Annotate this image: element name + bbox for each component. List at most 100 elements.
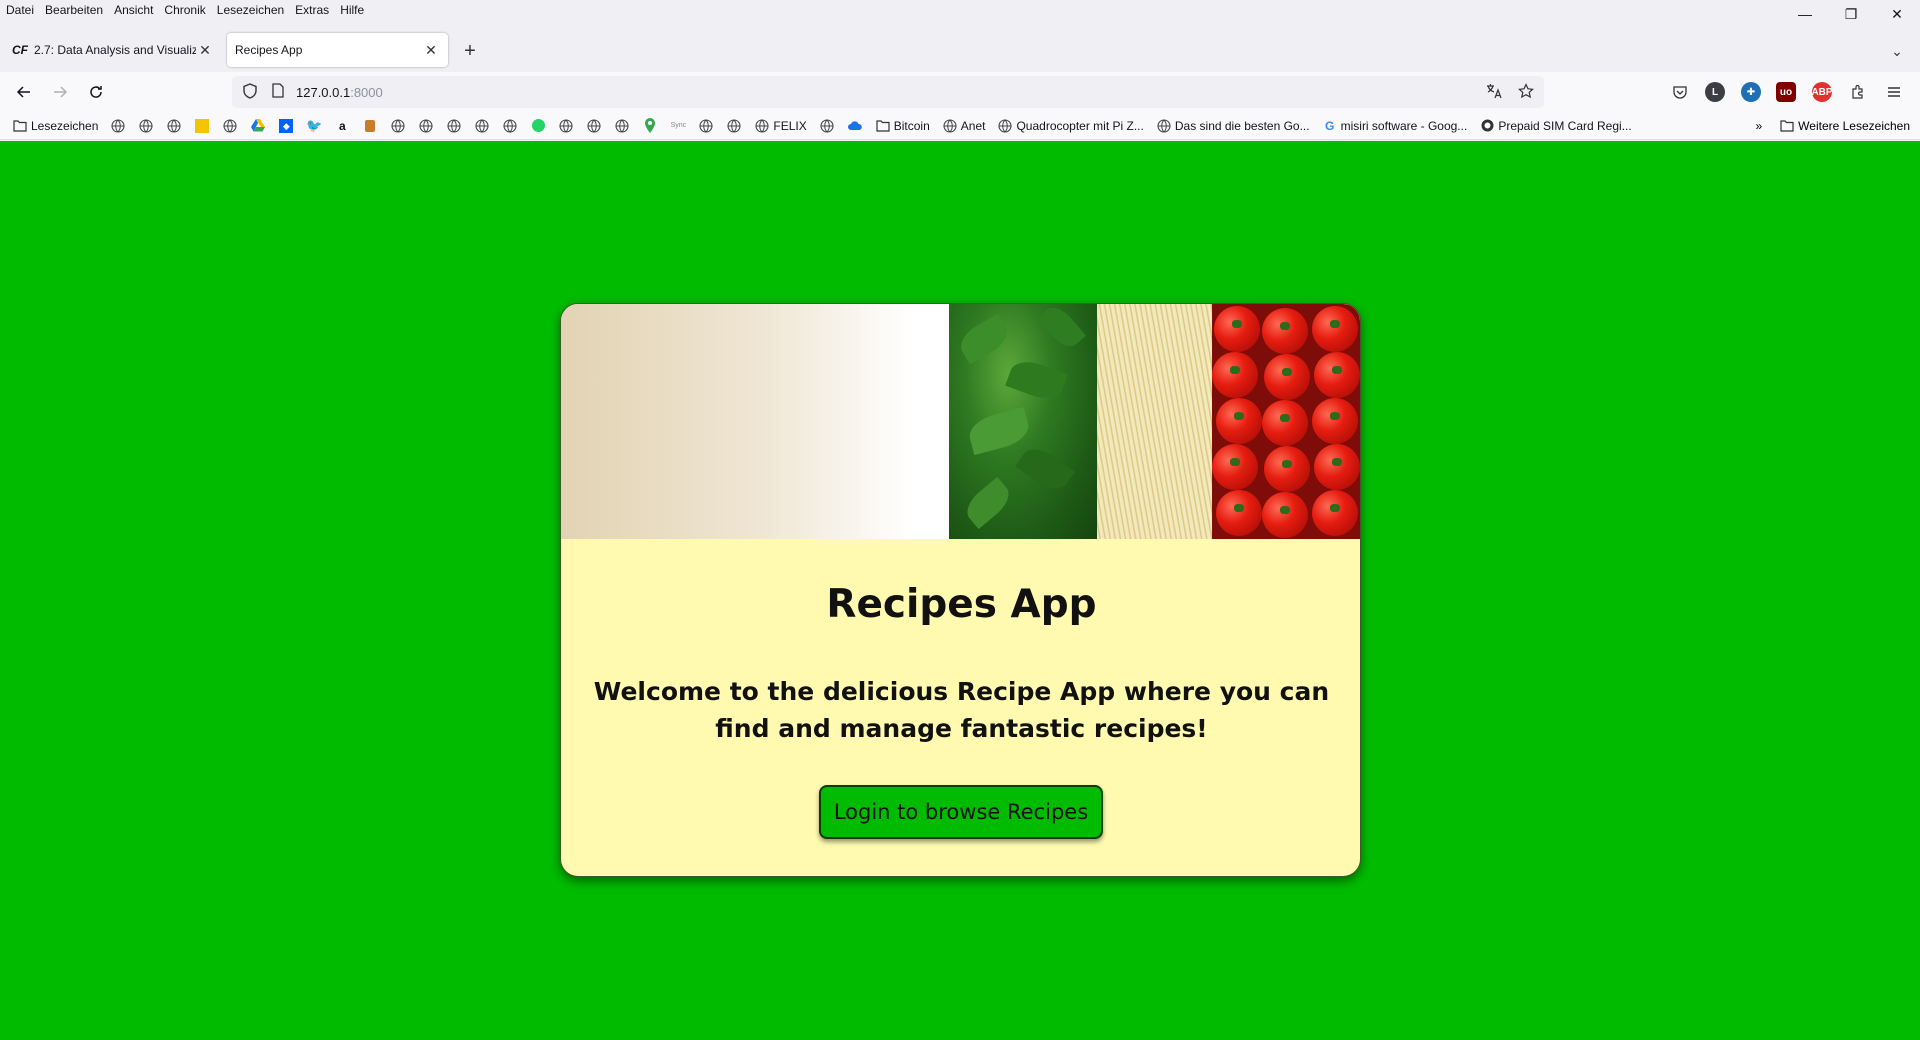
url-host: 127.0.0.1	[296, 84, 351, 100]
restore-button[interactable]: ❐	[1828, 0, 1874, 28]
bookmark-item[interactable]: Sync	[670, 118, 687, 134]
url-text[interactable]: 127.0.0.1:8000	[296, 85, 383, 100]
bookmark-item[interactable]	[138, 118, 154, 134]
bookmark-item[interactable]: 🐦	[306, 118, 322, 134]
page-info-icon[interactable]	[268, 83, 288, 101]
bookmark-item[interactable]	[362, 118, 378, 134]
navigation-bar: 127.0.0.1:8000 L ✚ uo ABP	[0, 72, 1920, 112]
bookmark-item[interactable]: ◆	[278, 118, 294, 134]
menu-bearbeiten[interactable]: Bearbeiten	[45, 3, 103, 17]
menu-bar: Datei Bearbeiten Ansicht Chronik Lesezei…	[0, 0, 1920, 20]
bookmarks-toolbar: Lesezeichen ◆ 🐦 a Sync FELIX Bitcoin Anet Quadro…	[0, 112, 1920, 140]
menu-datei[interactable]: Datei	[6, 3, 34, 17]
menu-hilfe[interactable]: Hilfe	[340, 3, 364, 17]
back-arrow-icon	[16, 86, 30, 98]
other-bookmarks-folder[interactable]: Weitere Lesezeichen	[1780, 119, 1910, 133]
close-tab-icon[interactable]: ✕	[196, 41, 214, 59]
amazon-icon: a	[339, 118, 346, 133]
extensions-puzzle-icon[interactable]	[1848, 82, 1868, 102]
page-title: Recipes App	[826, 582, 1097, 627]
bookmark-item[interactable]	[166, 118, 182, 134]
bookmark-item[interactable]	[586, 118, 602, 134]
reload-button[interactable]	[84, 80, 108, 104]
bookmark-item[interactable]	[222, 118, 238, 134]
google-icon: G	[1324, 118, 1335, 133]
url-port: :8000	[350, 84, 383, 100]
bookmark-star-icon[interactable]	[1518, 82, 1534, 102]
cherry-tomatoes-image	[1212, 304, 1360, 539]
more-bookmarks-chevron-icon[interactable]: »	[1755, 119, 1762, 133]
globe-icon	[446, 118, 462, 134]
bookmark-item[interactable]	[614, 118, 630, 134]
globe-icon	[586, 118, 602, 134]
back-button[interactable]	[12, 80, 36, 104]
bookmark-item[interactable]: Lesezeichen	[12, 118, 98, 134]
bookmark-item[interactable]	[390, 118, 406, 134]
pocket-icon[interactable]	[1670, 82, 1690, 102]
dropbox-icon: ◆	[278, 118, 294, 134]
bookmark-item[interactable]: Prepaid SIM Card Regi...	[1479, 118, 1632, 134]
bookmark-item[interactable]: Anet	[942, 118, 986, 134]
globe-icon	[726, 118, 742, 134]
account-avatar-icon[interactable]: L	[1705, 82, 1725, 102]
bookmark-item[interactable]	[194, 118, 210, 134]
bookmark-item[interactable]	[446, 118, 462, 134]
globe-icon	[558, 118, 574, 134]
welcome-text: Welcome to the delicious Recipe App wher…	[593, 677, 1330, 743]
twitter-icon: 🐦	[306, 117, 323, 133]
hamburger-menu-icon[interactable]	[1884, 82, 1904, 102]
tracking-protection-shield-icon[interactable]	[238, 82, 262, 102]
new-tab-button[interactable]: +	[459, 40, 481, 62]
bookmark-item[interactable]	[502, 118, 518, 134]
bookmark-item[interactable]: a	[334, 118, 350, 134]
menu-lesezeichen[interactable]: Lesezeichen	[217, 3, 284, 17]
globe-icon	[1156, 118, 1172, 134]
globe-icon	[390, 118, 406, 134]
bookmark-item[interactable]	[530, 118, 546, 134]
globe-icon	[166, 118, 182, 134]
page-viewport: Recipes App Welcome to the delicious Rec…	[0, 141, 1920, 1040]
translate-icon[interactable]	[1486, 83, 1502, 102]
bookmark-item[interactable]	[642, 118, 658, 134]
tab-recipes-app[interactable]: Recipes App ✕	[227, 33, 448, 67]
bookmark-label: Bitcoin	[893, 118, 930, 133]
close-window-button[interactable]: ✕	[1874, 0, 1920, 28]
bookmark-item[interactable]	[474, 118, 490, 134]
forward-arrow-icon	[54, 86, 68, 98]
login-button[interactable]: Login to browse Recipes	[819, 785, 1103, 839]
menu-chronik[interactable]: Chronik	[164, 3, 205, 17]
bank-icon	[194, 118, 210, 134]
extension-blue-icon[interactable]: ✚	[1741, 82, 1761, 102]
window-controls: — ❐ ✕	[1782, 0, 1920, 28]
bookmark-item[interactable]	[847, 118, 863, 134]
bookmark-item[interactable]	[698, 118, 714, 134]
list-tabs-button[interactable]: ⌄	[1886, 40, 1908, 62]
address-bar[interactable]: 127.0.0.1:8000	[232, 76, 1544, 108]
bookmark-item[interactable]: Quadrocopter mit Pi Z...	[997, 118, 1144, 134]
basil-leaves-image	[949, 304, 1097, 539]
close-tab-icon[interactable]: ✕	[422, 41, 440, 59]
menu-extras[interactable]: Extras	[295, 3, 329, 17]
bookmark-item[interactable]	[418, 118, 434, 134]
bookmark-item[interactable]: Bitcoin	[875, 118, 930, 134]
forward-button[interactable]	[48, 80, 72, 104]
adblock-plus-icon[interactable]: ABP	[1811, 82, 1833, 102]
bookmark-item[interactable]	[819, 118, 835, 134]
bookmark-item[interactable]	[250, 118, 266, 134]
bookmark-item[interactable]: Gmisiri software - Goog...	[1322, 118, 1467, 134]
bookmark-label: Quadrocopter mit Pi Z...	[1016, 118, 1144, 133]
bookmark-label: Anet	[960, 118, 986, 133]
bookmark-item[interactable]	[110, 118, 126, 134]
globe-icon	[418, 118, 434, 134]
menu-ansicht[interactable]: Ansicht	[114, 3, 153, 17]
ublock-origin-icon[interactable]: uo	[1776, 82, 1796, 102]
bookmark-item[interactable]: Das sind die besten Go...	[1156, 118, 1310, 134]
tab-data-analysis[interactable]: CF 2.7: Data Analysis and Visualizat ✕	[4, 33, 222, 67]
tab-bar: CF 2.7: Data Analysis and Visualizat ✕ R…	[0, 28, 1920, 72]
minimize-button[interactable]: —	[1782, 0, 1828, 28]
bookmark-item[interactable]	[726, 118, 742, 134]
bookmark-item[interactable]	[558, 118, 574, 134]
globe-icon	[502, 118, 518, 134]
folder-icon	[875, 118, 891, 134]
bookmark-item[interactable]: FELIX	[754, 118, 807, 134]
